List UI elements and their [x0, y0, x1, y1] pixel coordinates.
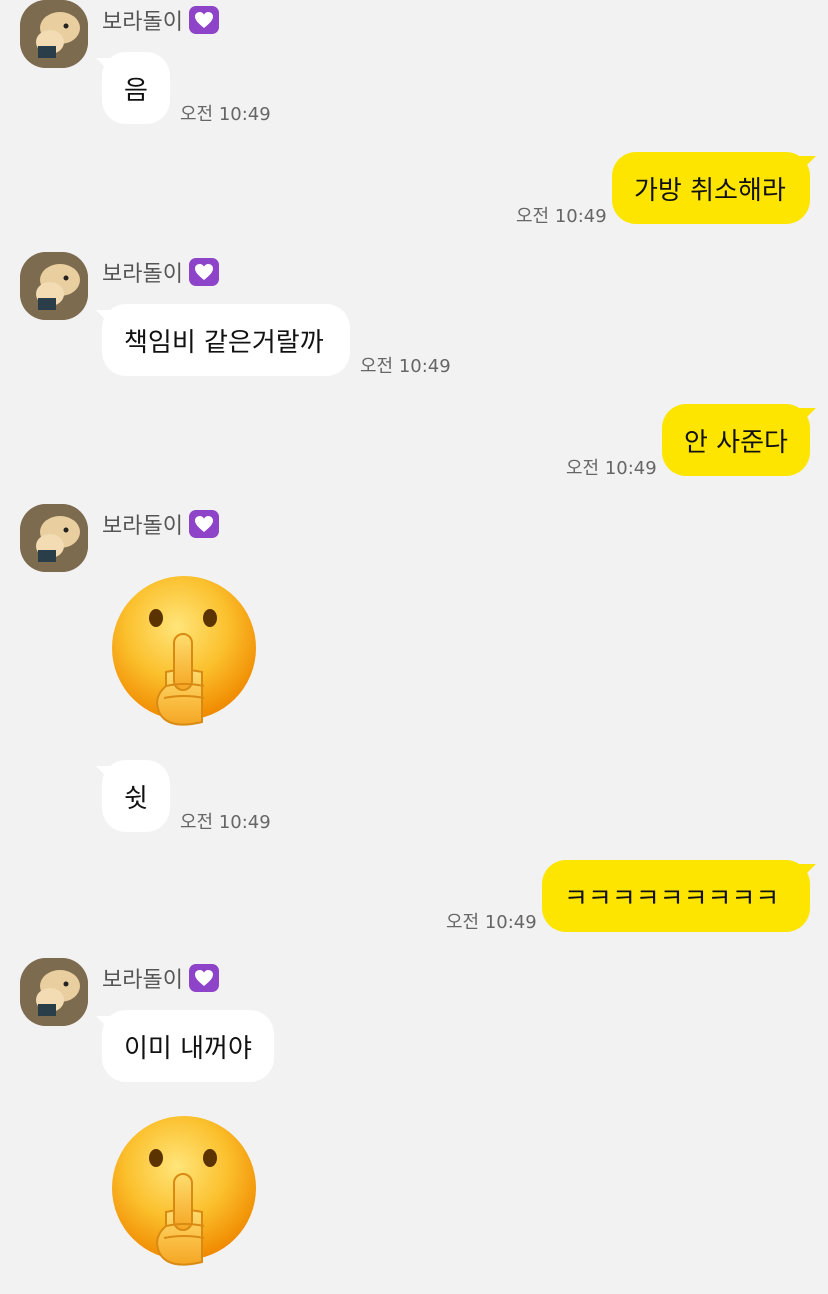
shushing-face-emoji[interactable] — [110, 1114, 258, 1270]
contact-name: 보라돌이 — [102, 262, 183, 287]
contact-avatar[interactable] — [20, 958, 88, 1026]
message-text: ㅋㅋㅋㅋㅋㅋㅋㅋㅋ — [564, 883, 780, 914]
message-time: 오전 10:49 — [516, 206, 607, 227]
purple-heart-icon — [188, 6, 219, 34]
contact-name: 보라돌이 — [102, 10, 183, 35]
message-text: 이미 내꺼야 — [124, 1033, 252, 1064]
purple-heart-icon — [188, 964, 219, 992]
contact-name-row: 보라돌이 — [102, 256, 219, 288]
message-text: 쉿 — [124, 783, 148, 814]
message-text: 책임비 같은거랄까 — [124, 327, 324, 358]
contact-name: 보라돌이 — [102, 514, 183, 539]
message-bubble-incoming[interactable]: 음 — [102, 52, 170, 124]
message-bubble-incoming[interactable]: 책임비 같은거랄까 — [102, 304, 350, 376]
contact-name-row: 보라돌이 — [102, 4, 219, 36]
contact-name: 보라돌이 — [102, 968, 183, 993]
contact-avatar[interactable] — [20, 0, 88, 68]
message-bubble-outgoing[interactable]: ㅋㅋㅋㅋㅋㅋㅋㅋㅋ — [542, 860, 810, 932]
shushing-face-emoji[interactable] — [110, 574, 258, 730]
message-text: 안 사준다 — [684, 427, 788, 458]
message-bubble-outgoing[interactable]: 안 사준다 — [662, 404, 810, 476]
purple-heart-icon — [188, 258, 219, 286]
contact-name-row: 보라돌이 — [102, 508, 219, 540]
bubble-tail — [798, 156, 816, 174]
message-time: 오전 10:49 — [180, 812, 271, 833]
message-time: 오전 10:49 — [180, 104, 271, 125]
message-bubble-incoming[interactable]: 이미 내꺼야 — [102, 1010, 274, 1082]
message-bubble-incoming[interactable]: 쉿 — [102, 760, 170, 832]
message-time: 오전 10:49 — [446, 912, 537, 933]
bubble-tail — [798, 408, 816, 426]
message-bubble-outgoing[interactable]: 가방 취소해라 — [612, 152, 810, 224]
contact-avatar[interactable] — [20, 252, 88, 320]
message-text: 가방 취소해라 — [634, 175, 786, 206]
message-time: 오전 10:49 — [360, 356, 451, 377]
message-text: 음 — [124, 75, 148, 106]
message-time: 오전 10:49 — [566, 458, 657, 479]
contact-name-row: 보라돌이 — [102, 962, 219, 994]
purple-heart-icon — [188, 510, 219, 538]
bubble-tail — [798, 864, 816, 882]
contact-avatar[interactable] — [20, 504, 88, 572]
